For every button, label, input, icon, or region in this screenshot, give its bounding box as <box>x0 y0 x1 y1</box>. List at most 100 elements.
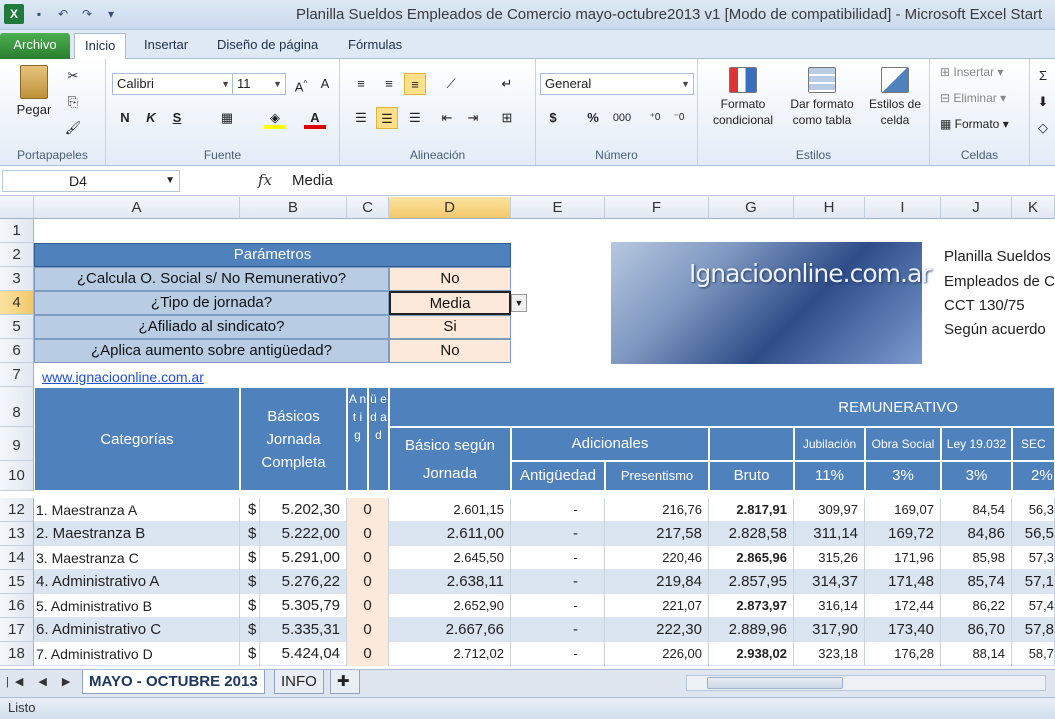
align-right-icon[interactable]: ☰ <box>404 107 426 129</box>
formula-input[interactable]: Media <box>292 172 333 189</box>
cell-basico[interactable]: 5.222,00 <box>260 522 347 546</box>
cell-ley[interactable]: 85,74 <box>941 570 1012 594</box>
font-name-select[interactable]: Calibri ▼ <box>112 73 234 95</box>
cell-pres[interactable]: 220,46 <box>605 546 709 570</box>
row-header-2[interactable]: 2 <box>0 243 34 267</box>
row-header-13[interactable]: 13 <box>0 522 34 546</box>
cell-styles-button[interactable]: Estilos de celda <box>864 67 926 128</box>
cell-os[interactable]: 172,44 <box>865 594 941 618</box>
cell-pres[interactable]: 216,76 <box>605 498 709 522</box>
cell-ley[interactable]: 86,70 <box>941 618 1012 642</box>
cell-basico[interactable]: 5.202,30 <box>260 498 347 522</box>
sheet-tab-info[interactable]: INFO <box>274 670 324 694</box>
currency-format-button[interactable]: $ <box>542 107 564 129</box>
cell-cat[interactable]: 1. Maestranza A <box>34 498 240 522</box>
percent-format-button[interactable]: % <box>582 107 604 129</box>
param-value-antiguedad[interactable]: No <box>389 339 511 363</box>
cell-ley[interactable]: 85,98 <box>941 546 1012 570</box>
cell-os[interactable]: 171,48 <box>865 570 941 594</box>
row-header-7[interactable]: 7 <box>0 363 34 387</box>
cell-bj[interactable]: 2.611,00 <box>389 522 511 546</box>
delete-cells-button[interactable]: ⊟ Eliminar ▾ <box>940 91 1006 105</box>
cell-ant[interactable]: - <box>511 546 605 570</box>
cell-sec[interactable]: 56,3 <box>1012 498 1055 522</box>
cell-cur[interactable]: $ <box>240 498 260 522</box>
decrease-decimal-icon[interactable]: ⁻0 <box>668 107 690 129</box>
cell-sec[interactable]: 57,3 <box>1012 546 1055 570</box>
cell-jub[interactable]: 309,97 <box>794 498 865 522</box>
align-top-icon[interactable]: ≡ <box>350 73 372 95</box>
column-header-j[interactable]: J <box>941 197 1012 219</box>
underline-button[interactable]: S <box>166 107 188 129</box>
borders-icon[interactable]: ▦ <box>216 107 238 129</box>
column-header-k[interactable]: K <box>1012 197 1055 219</box>
align-bottom-icon[interactable]: ≡ <box>404 73 426 95</box>
cell-ant[interactable]: - <box>511 594 605 618</box>
cell-bruto[interactable]: 2.817,91 <box>709 498 794 522</box>
tab-diseno-pagina[interactable]: Diseño de página <box>207 33 328 59</box>
cell-cat[interactable]: 5. Administrativo B <box>34 594 240 618</box>
cell-antig[interactable]: 0 <box>347 498 389 522</box>
tab-archivo[interactable]: Archivo <box>0 33 70 59</box>
merge-center-icon[interactable]: ⊞ <box>496 107 518 129</box>
increase-decimal-icon[interactable]: ⁺0 <box>644 107 666 129</box>
cell-os[interactable]: 173,40 <box>865 618 941 642</box>
cell-cur[interactable]: $ <box>240 570 260 594</box>
column-header-i[interactable]: I <box>865 197 941 219</box>
undo-icon[interactable]: ↶ <box>54 5 72 23</box>
cell-cur[interactable]: $ <box>240 642 260 666</box>
cell-cur[interactable]: $ <box>240 522 260 546</box>
row-header-17[interactable]: 17 <box>0 618 34 642</box>
shrink-font-icon[interactable]: A <box>314 73 336 95</box>
cell-sec[interactable]: 56,5 <box>1012 522 1055 546</box>
cell-os[interactable]: 169,72 <box>865 522 941 546</box>
cell-basico[interactable]: 5.335,31 <box>260 618 347 642</box>
cell-basico[interactable]: 5.424,04 <box>260 642 347 666</box>
insert-cells-button[interactable]: ⊞ Insertar ▾ <box>940 65 1003 79</box>
cell-pres[interactable]: 221,07 <box>605 594 709 618</box>
param-value-sindicato[interactable]: Si <box>389 315 511 339</box>
column-header-e[interactable]: E <box>511 197 605 219</box>
cell-ley[interactable]: 84,54 <box>941 498 1012 522</box>
cell-antig[interactable]: 0 <box>347 570 389 594</box>
cut-icon[interactable]: ✂ <box>62 65 84 87</box>
cell-ley[interactable]: 88,14 <box>941 642 1012 666</box>
format-as-table-button[interactable]: Dar formato como tabla <box>784 67 860 128</box>
cell-os[interactable]: 171,96 <box>865 546 941 570</box>
align-center-icon[interactable]: ☰ <box>376 107 398 129</box>
param-question-obra-social[interactable]: ¿Calcula O. Social s/ No Remunerativo? <box>34 267 389 291</box>
format-painter-icon[interactable]: 🖌 <box>62 117 84 139</box>
column-header-a[interactable]: A <box>34 197 240 219</box>
italic-button[interactable]: K <box>140 107 162 129</box>
scrollbar-thumb[interactable] <box>707 677 843 689</box>
cell-ant[interactable]: - <box>511 618 605 642</box>
cell-ant[interactable]: - <box>511 522 605 546</box>
thousands-format-button[interactable]: 000 <box>608 107 636 129</box>
insert-function-icon[interactable]: fx <box>258 171 272 189</box>
column-header-g[interactable]: G <box>709 197 794 219</box>
redo-icon[interactable]: ↷ <box>78 5 96 23</box>
cell-cat[interactable]: 4. Administrativo A <box>34 570 240 594</box>
dropdown-arrow-icon[interactable]: ▼ <box>511 294 527 312</box>
cell-bruto[interactable]: 2.828,58 <box>709 522 794 546</box>
paste-button[interactable]: Pegar <box>12 65 56 117</box>
sheet-tab-mayo-octubre[interactable]: MAYO - OCTUBRE 2013 <box>82 670 265 694</box>
cell-cur[interactable]: $ <box>240 594 260 618</box>
cell-basico[interactable]: 5.276,22 <box>260 570 347 594</box>
row-header-6[interactable]: 6 <box>0 339 34 363</box>
font-size-select[interactable]: 11 ▼ <box>232 73 286 95</box>
cell-antig[interactable]: 0 <box>347 642 389 666</box>
cell-jub[interactable]: 323,18 <box>794 642 865 666</box>
wrap-text-icon[interactable]: ↵ <box>496 73 518 95</box>
align-left-icon[interactable]: ☰ <box>350 107 372 129</box>
param-value-jornada[interactable]: Media <box>389 291 511 315</box>
cell-cat[interactable]: 3. Maestranza C <box>34 546 240 570</box>
bold-button[interactable]: N <box>114 107 136 129</box>
cell-sec[interactable]: 58,7 <box>1012 642 1055 666</box>
param-value-obra-social[interactable]: No <box>389 267 511 291</box>
cell-sec[interactable]: 57,8 <box>1012 618 1055 642</box>
cell-ley[interactable]: 84,86 <box>941 522 1012 546</box>
cell-bj[interactable]: 2.652,90 <box>389 594 511 618</box>
excel-app-icon[interactable]: X <box>4 4 24 24</box>
cell-jub[interactable]: 315,26 <box>794 546 865 570</box>
